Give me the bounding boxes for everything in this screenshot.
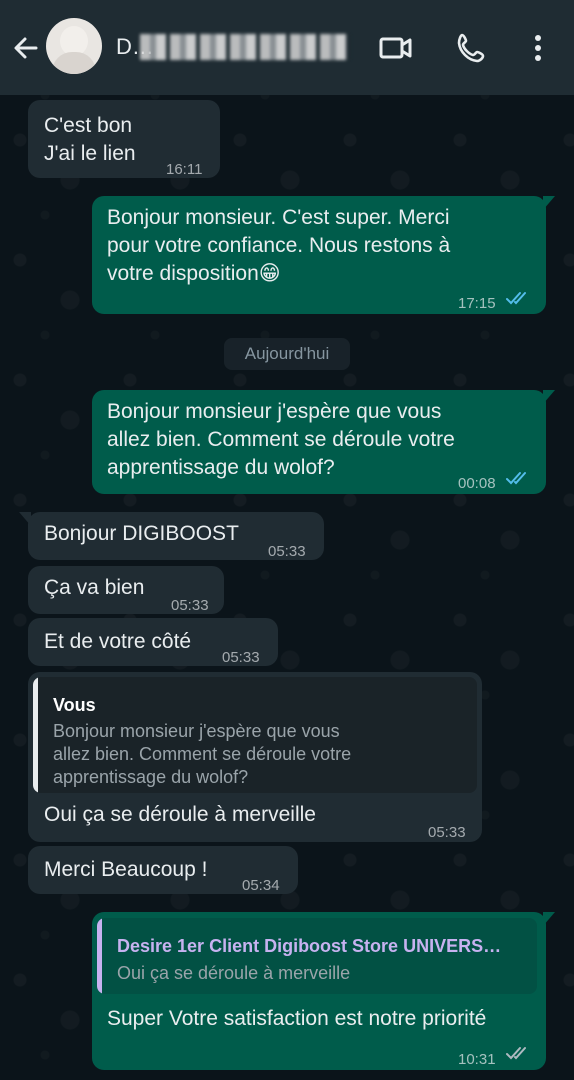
message-time: 05:33 — [222, 649, 260, 666]
quote-text: Oui ça se déroule à merveille — [117, 963, 351, 983]
back-arrow-icon[interactable] — [10, 32, 42, 64]
message-text: Ça va bien — [44, 576, 145, 599]
message-incoming[interactable]: Bonjour DIGIBOOST 05:33 — [19, 512, 324, 560]
message-incoming-reply[interactable]: Vous Bonjour monsieur j'espère que vous … — [28, 672, 482, 842]
more-options-icon[interactable] — [520, 28, 560, 68]
redacted-name — [140, 34, 350, 60]
message-text: Bonjour DIGIBOOST — [44, 522, 239, 545]
message-time: 00:08 — [458, 475, 496, 492]
message-outgoing-reply[interactable]: Desire 1er Client Digiboost Store UNIVER… — [92, 912, 555, 1070]
voice-call-icon[interactable] — [452, 28, 492, 68]
day-separator: Aujourd'hui — [224, 338, 350, 370]
message-time: 10:31 — [458, 1051, 496, 1068]
message-time: 05:33 — [428, 824, 466, 841]
message-incoming[interactable]: Merci Beaucoup ! 05:34 — [28, 846, 298, 894]
message-text: Super Votre satisfaction est notre prior… — [107, 1007, 487, 1030]
message-text: Et de votre côté — [44, 630, 192, 653]
message-text: C'est bon J'ai le lien — [44, 114, 136, 165]
quoted-message[interactable]: Desire 1er Client Digiboost Store UNIVER… — [97, 918, 537, 994]
avatar[interactable] — [46, 18, 102, 74]
delivered-ticks-icon — [506, 1047, 526, 1060]
message-outgoing[interactable]: Bonjour monsieur. C'est super. Merci pou… — [92, 196, 555, 314]
message-incoming[interactable]: Et de votre côté 05:33 — [28, 618, 278, 666]
quote-author: Desire 1er Client Digiboost Store UNIVER… — [117, 936, 502, 956]
message-time: 05:33 — [268, 543, 306, 560]
quote-author: Vous — [53, 695, 96, 715]
message-text: Merci Beaucoup ! — [44, 858, 208, 881]
message-time: 16:11 — [166, 161, 203, 178]
message-incoming[interactable]: Ça va bien 05:33 — [28, 566, 224, 614]
message-time: 05:34 — [242, 877, 280, 894]
message-text: Bonjour monsieur j'espère que vous allez… — [107, 400, 455, 479]
quote-text: Bonjour monsieur j'espère que vous allez… — [53, 721, 352, 787]
quoted-message[interactable]: Vous Bonjour monsieur j'espère que vous … — [33, 677, 477, 793]
message-outgoing[interactable]: Bonjour monsieur j'espère que vous allez… — [92, 390, 555, 494]
video-call-icon[interactable] — [376, 28, 416, 68]
message-time: 17:15 — [458, 295, 496, 312]
message-time: 05:33 — [171, 597, 209, 614]
message-text: Bonjour monsieur. C'est super. Merci pou… — [107, 206, 451, 285]
chat-header: D… — [0, 0, 574, 95]
message-text: Oui ça se déroule à merveille — [44, 803, 316, 826]
read-ticks-icon — [506, 472, 526, 485]
message-incoming[interactable]: C'est bon J'ai le lien 16:11 — [28, 100, 220, 178]
read-ticks-icon — [506, 292, 526, 305]
